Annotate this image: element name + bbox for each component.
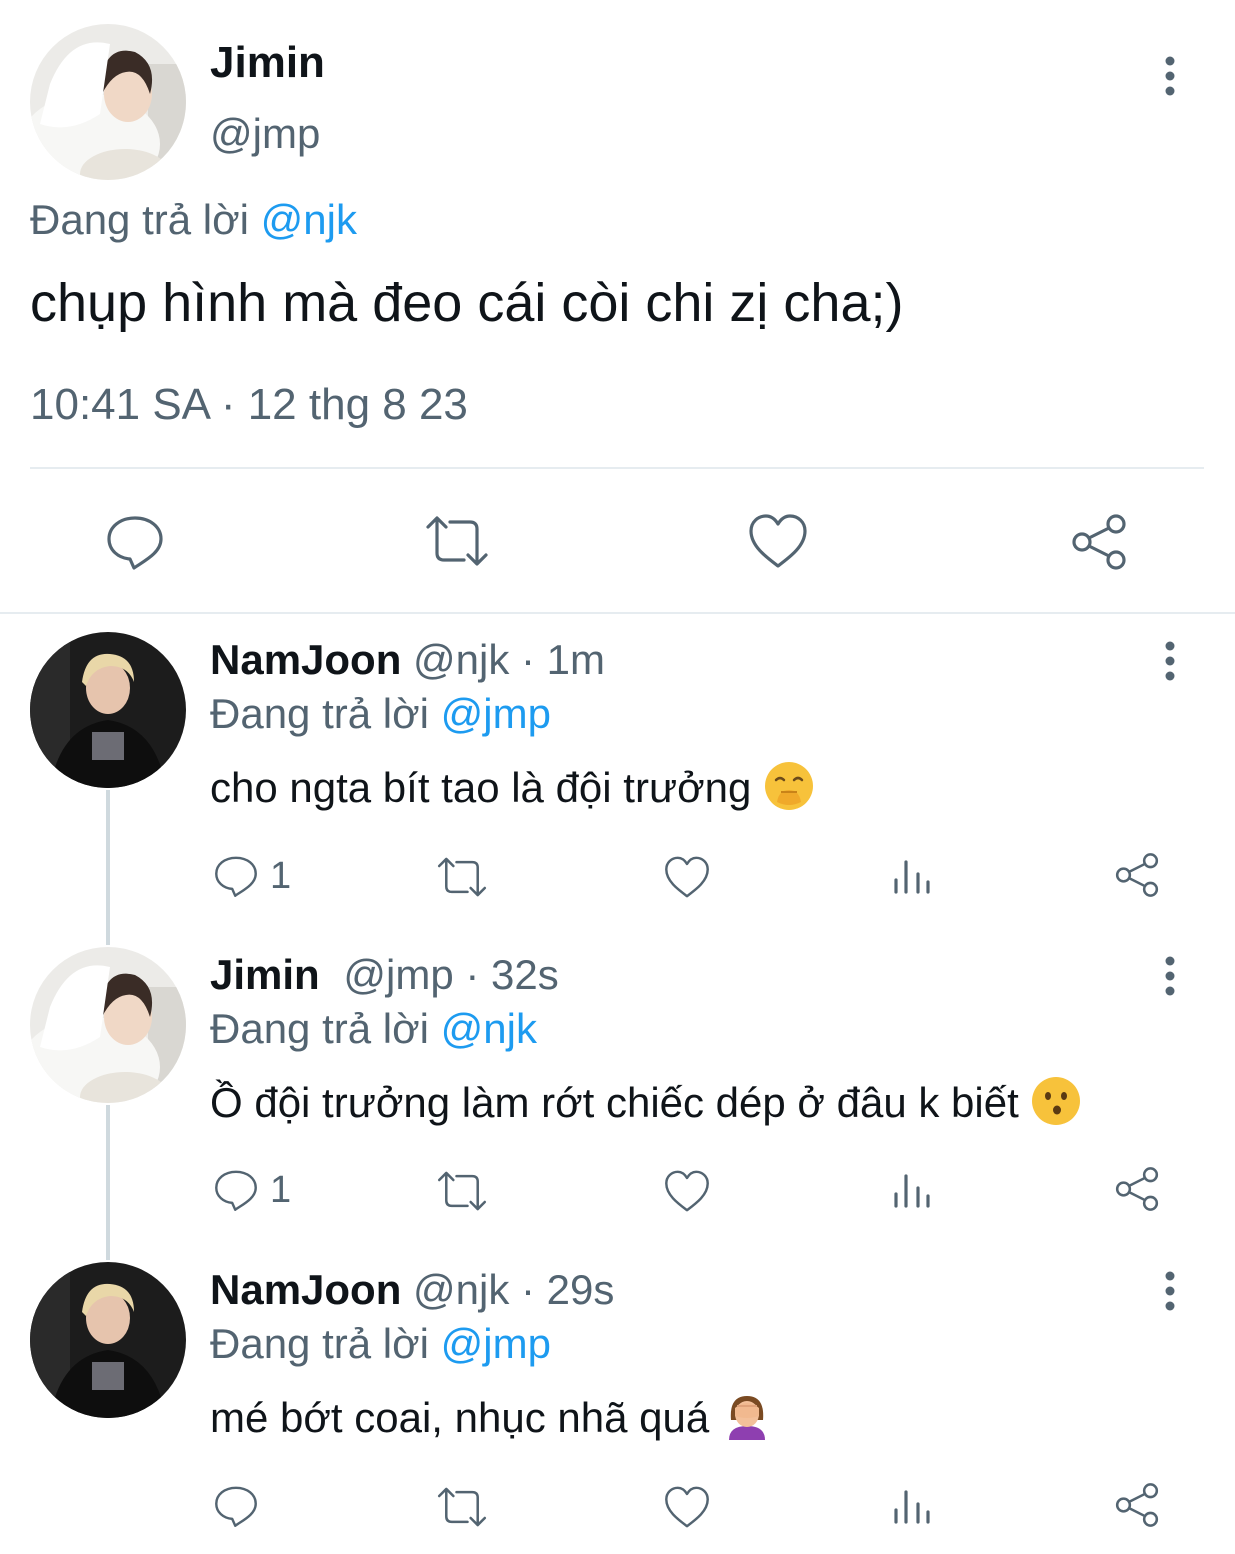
reply-header: Jimin @jmp · 32s bbox=[210, 951, 559, 999]
reply-replying-to: Đang trả lời @jmp bbox=[210, 690, 551, 738]
more-options-icon[interactable] bbox=[1158, 956, 1182, 996]
reply-text-row: Ồ đội trưởng làm rớt chiếc dép ở đâu k b… bbox=[210, 1075, 1082, 1137]
more-options-icon[interactable] bbox=[1158, 1271, 1182, 1311]
reply-action[interactable]: 1 bbox=[214, 854, 291, 898]
like-icon[interactable] bbox=[664, 1169, 710, 1213]
share-icon[interactable] bbox=[1070, 513, 1128, 571]
replying-to-label: Đang trả lời bbox=[210, 1005, 429, 1052]
main-replying-to: Đang trả lời @njk bbox=[30, 196, 357, 244]
thread-line bbox=[106, 790, 110, 945]
section-divider bbox=[0, 612, 1235, 614]
main-tweet-text: chụp hình mà đeo cái còi chi zị cha;) bbox=[30, 273, 904, 333]
reply-text: mé bớt coai, nhục nhã quá bbox=[210, 1394, 710, 1442]
views-icon[interactable] bbox=[892, 1172, 932, 1208]
reply-replying-to: Đang trả lời @njk bbox=[210, 1005, 537, 1053]
main-timestamp[interactable]: 10:41 SA · 12 thg 8 23 bbox=[30, 380, 468, 430]
thread-line bbox=[106, 1105, 110, 1260]
avatar-namjoon[interactable] bbox=[30, 632, 186, 788]
share-icon[interactable] bbox=[1114, 852, 1160, 898]
avatar-jimin[interactable] bbox=[30, 947, 186, 1103]
replying-to-label: Đang trả lời bbox=[210, 690, 429, 737]
replying-to-label: Đang trả lời bbox=[210, 1320, 429, 1367]
retweet-icon[interactable] bbox=[436, 1485, 488, 1529]
reply-action[interactable]: 1 bbox=[214, 1168, 291, 1212]
reply-count: 1 bbox=[270, 854, 292, 897]
retweet-icon[interactable] bbox=[436, 855, 488, 899]
reply-count: 1 bbox=[270, 1168, 292, 1211]
replying-to-link[interactable]: @njk bbox=[441, 1005, 537, 1052]
reply-icon bbox=[214, 1168, 258, 1212]
replying-to-link[interactable]: @jmp bbox=[441, 1320, 551, 1367]
views-icon[interactable] bbox=[892, 858, 932, 894]
divider bbox=[30, 467, 1204, 469]
reply-icon[interactable] bbox=[106, 513, 164, 571]
reply-text-row: mé bớt coai, nhục nhã quá bbox=[210, 1390, 773, 1452]
face-with-hand-over-mouth-icon bbox=[763, 760, 815, 822]
reply-icon bbox=[214, 854, 258, 898]
reply-handle-time[interactable]: @njk · 1m bbox=[413, 636, 605, 683]
main-display-name[interactable]: Jimin bbox=[210, 38, 325, 88]
like-icon[interactable] bbox=[664, 855, 710, 899]
like-icon[interactable] bbox=[664, 1485, 710, 1529]
avatar-namjoon[interactable] bbox=[30, 1262, 186, 1418]
reply-text-row: cho ngta bít tao là đội trưởng bbox=[210, 760, 815, 822]
reply-display-name[interactable]: NamJoon bbox=[210, 1266, 401, 1313]
reply-handle-time[interactable]: @njk · 29s bbox=[413, 1266, 614, 1313]
more-options-icon[interactable] bbox=[1158, 56, 1182, 96]
reply-text: cho ngta bít tao là đội trưởng bbox=[210, 764, 752, 812]
replying-to-label: Đang trả lời bbox=[30, 196, 249, 243]
like-icon[interactable] bbox=[748, 513, 808, 569]
more-options-icon[interactable] bbox=[1158, 641, 1182, 681]
views-icon[interactable] bbox=[892, 1488, 932, 1524]
main-handle[interactable]: @jmp bbox=[210, 110, 320, 158]
person-facepalming-icon bbox=[721, 1390, 773, 1452]
reply-display-name[interactable]: Jimin bbox=[210, 951, 320, 998]
reply-replying-to: Đang trả lời @jmp bbox=[210, 1320, 551, 1368]
kissing-face-icon bbox=[1030, 1075, 1082, 1137]
reply-header: NamJoon @njk · 29s bbox=[210, 1266, 614, 1314]
share-icon[interactable] bbox=[1114, 1482, 1160, 1528]
reply-icon[interactable] bbox=[214, 1484, 258, 1528]
retweet-icon[interactable] bbox=[436, 1169, 488, 1213]
reply-handle-time[interactable]: @jmp · 32s bbox=[343, 951, 558, 998]
replying-to-link[interactable]: @njk bbox=[261, 196, 357, 243]
retweet-icon[interactable] bbox=[424, 513, 490, 569]
reply-text: Ồ đội trưởng làm rớt chiếc dép ở đâu k b… bbox=[210, 1079, 1019, 1127]
share-icon[interactable] bbox=[1114, 1166, 1160, 1212]
avatar-jimin[interactable] bbox=[30, 24, 186, 180]
reply-header: NamJoon @njk · 1m bbox=[210, 636, 605, 684]
replying-to-link[interactable]: @jmp bbox=[441, 690, 551, 737]
reply-display-name[interactable]: NamJoon bbox=[210, 636, 401, 683]
